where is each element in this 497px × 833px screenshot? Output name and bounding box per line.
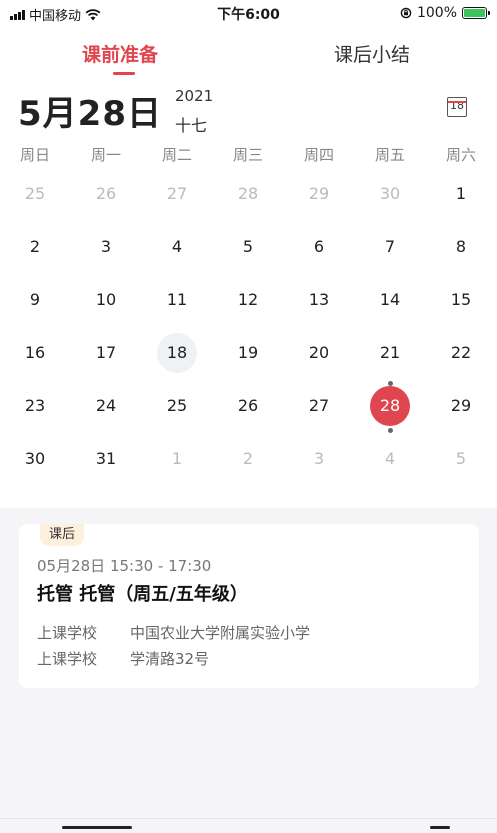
- calendar-day[interactable]: 21: [370, 333, 410, 373]
- school-address: 学清路32号: [130, 650, 210, 668]
- calendar-day[interactable]: 29: [299, 174, 339, 214]
- calendar-day[interactable]: 3: [299, 439, 339, 479]
- calendar-day[interactable]: 30: [370, 174, 410, 214]
- status-badge: 课后: [40, 524, 84, 546]
- event-dot: [387, 381, 393, 386]
- calendar-grid: 25 26 27 28 29 30 1 2 3 4 5 6 7 8 9 10 11 12 13 14 15 16 17 18 1…: [0, 76, 497, 508]
- bottom-tab-fragment: [430, 826, 450, 829]
- calendar-day[interactable]: 28: [228, 174, 268, 214]
- battery-percent: 100%: [416, 5, 457, 21]
- calendar-day[interactable]: 1: [441, 174, 481, 214]
- calendar-day[interactable]: 4: [370, 439, 410, 479]
- schedule-card[interactable]: 课后 05月28日 15:30 - 17:30 托管 托管（周五/五年级） 上课…: [19, 524, 479, 688]
- event-dot: [387, 428, 393, 433]
- calendar-day[interactable]: 31: [86, 439, 126, 479]
- status-bar-right: 100%: [400, 5, 490, 21]
- calendar-day[interactable]: 25: [15, 174, 55, 214]
- calendar-day[interactable]: 2: [15, 227, 55, 267]
- tab-summary[interactable]: 课后小结: [334, 40, 410, 67]
- calendar-day[interactable]: 7: [370, 227, 410, 267]
- calendar-day[interactable]: 23: [15, 386, 55, 426]
- status-bar: 中国移动 下午6:00 100%: [0, 0, 497, 26]
- bottom-tab-fragment: [62, 826, 132, 829]
- calendar-day[interactable]: 25: [157, 386, 197, 426]
- calendar-day[interactable]: 5: [228, 227, 268, 267]
- calendar-day[interactable]: 5: [441, 439, 481, 479]
- calendar-day[interactable]: 24: [86, 386, 126, 426]
- calendar-day[interactable]: 12: [228, 280, 268, 320]
- calendar-day[interactable]: 28: [370, 386, 410, 426]
- calendar-day[interactable]: 27: [157, 174, 197, 214]
- calendar-day[interactable]: 22: [441, 333, 481, 373]
- school-label: 上课学校: [37, 624, 98, 642]
- calendar-day[interactable]: 26: [86, 174, 126, 214]
- calendar-day[interactable]: 30: [15, 439, 55, 479]
- calendar-day[interactable]: 15: [441, 280, 481, 320]
- calendar-day[interactable]: 27: [299, 386, 339, 426]
- calendar-day[interactable]: 13: [299, 280, 339, 320]
- orientation-lock-icon: [400, 7, 412, 19]
- schedule-title: 托管 托管（周五/五年级）: [37, 584, 248, 605]
- calendar-day[interactable]: 11: [157, 280, 197, 320]
- calendar: 5月28日 2021 十七 18 周日 周一 周二 周三 周四 周五 周六 25 26 27 28…: [0, 76, 497, 508]
- calendar-day[interactable]: 9: [15, 280, 55, 320]
- calendar-day[interactable]: 6: [299, 227, 339, 267]
- schedule-time: 05月28日 15:30 - 17:30: [37, 557, 212, 575]
- calendar-day[interactable]: 20: [299, 333, 339, 373]
- calendar-day[interactable]: 18: [157, 333, 197, 373]
- calendar-day[interactable]: 19: [228, 333, 268, 373]
- calendar-day[interactable]: 17: [86, 333, 126, 373]
- calendar-day[interactable]: 4: [157, 227, 197, 267]
- calendar-day[interactable]: 10: [86, 280, 126, 320]
- calendar-day[interactable]: 3: [86, 227, 126, 267]
- tab-bar: 课前准备 课后小结: [0, 26, 497, 76]
- bottom-divider: [0, 818, 497, 819]
- school-name: 中国农业大学附属实验小学: [130, 624, 311, 642]
- calendar-day[interactable]: 1: [157, 439, 197, 479]
- calendar-day[interactable]: 2: [228, 439, 268, 479]
- address-label: 上课学校: [37, 650, 98, 668]
- battery-charging-icon: [462, 7, 490, 19]
- calendar-day[interactable]: 29: [441, 386, 481, 426]
- calendar-day[interactable]: 26: [228, 386, 268, 426]
- tab-indicator: [113, 72, 135, 75]
- calendar-day[interactable]: 8: [441, 227, 481, 267]
- calendar-day[interactable]: 14: [370, 280, 410, 320]
- tab-prep[interactable]: 课前准备: [82, 40, 158, 67]
- calendar-day[interactable]: 16: [15, 333, 55, 373]
